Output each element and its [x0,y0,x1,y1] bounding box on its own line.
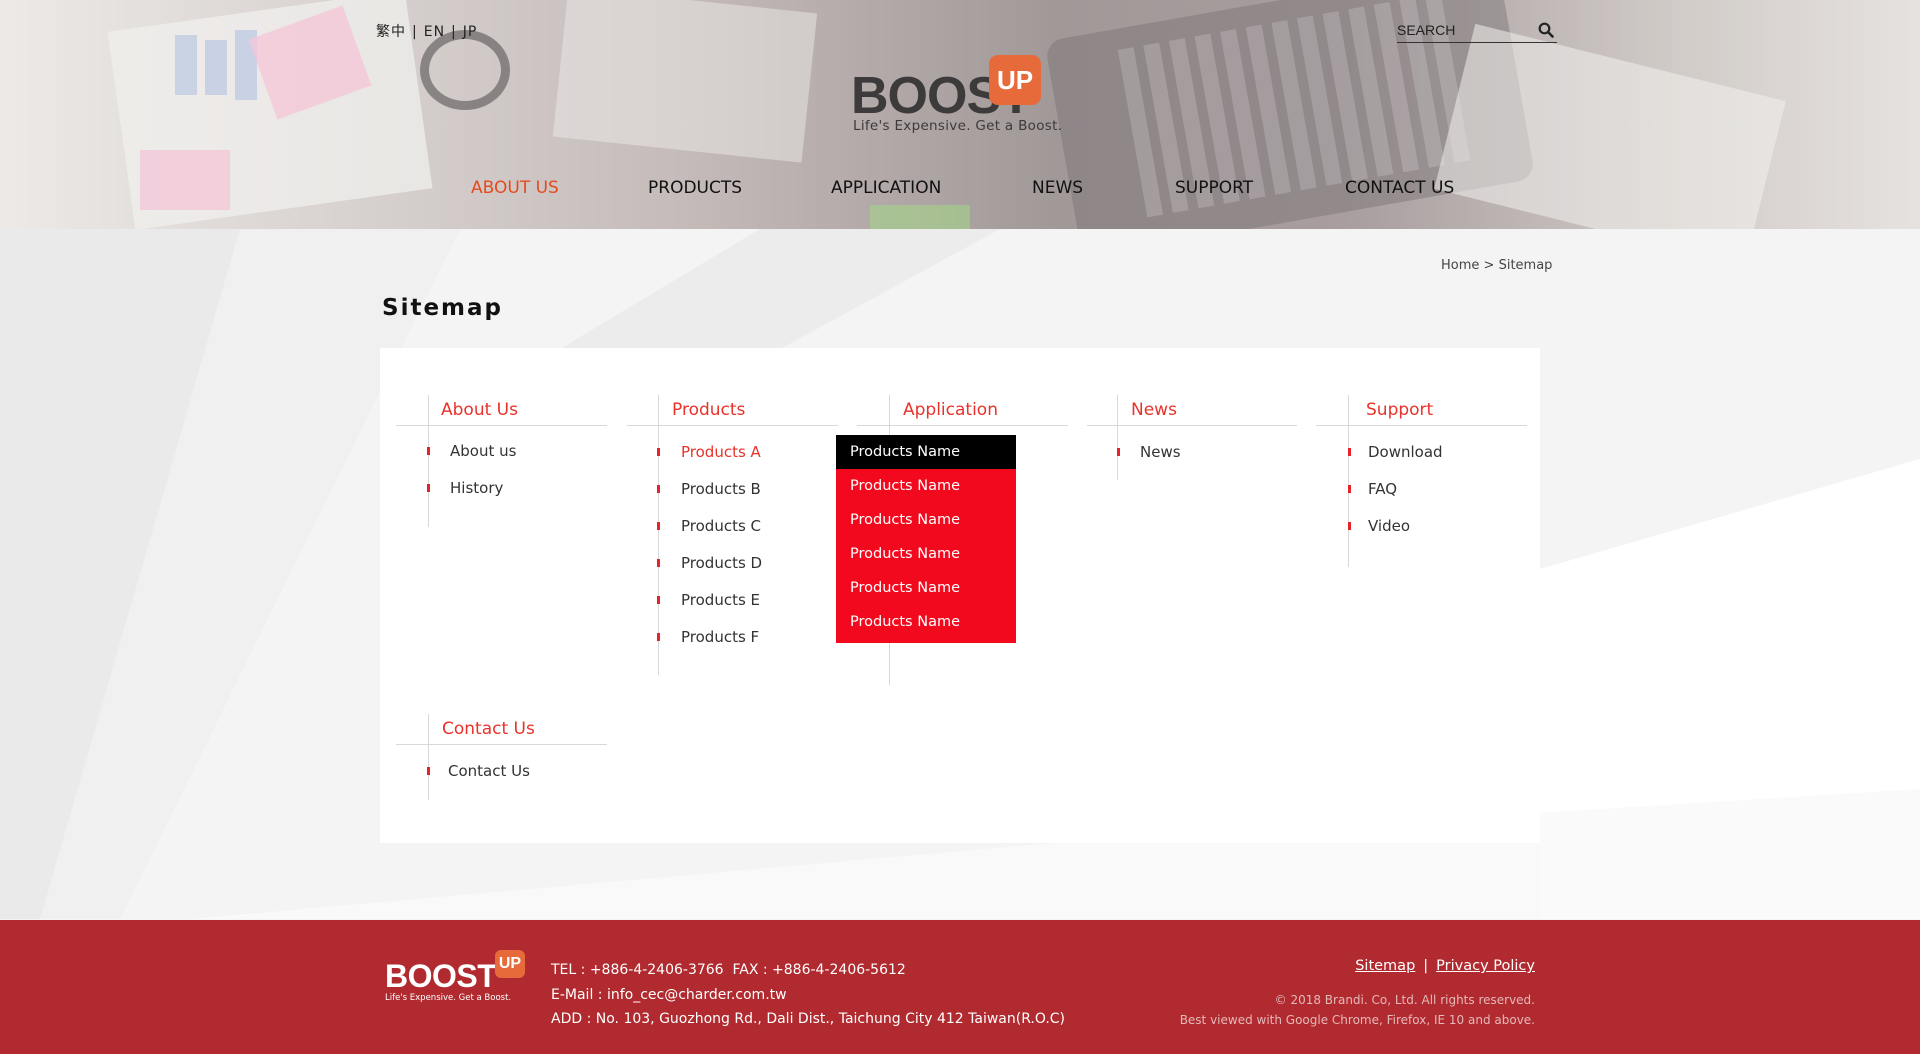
bullet-marker [657,596,660,604]
footer-address: ADD : No. 103, Guozhong Rd., Dali Dist.,… [551,1011,1066,1027]
sitemap-link-products-e[interactable]: Products E [681,591,760,609]
dropdown-item[interactable]: Products Name [836,571,1016,605]
language-switcher: 繁中 | EN | JP [376,24,478,40]
footer-link-privacy-policy[interactable]: Privacy Policy [1436,958,1535,974]
sitemap-link-download[interactable]: Download [1368,443,1443,461]
bullet-marker [657,485,660,493]
search-box [1397,19,1557,43]
dropdown-item[interactable]: Products Name [836,605,1016,639]
sitemap-heading-about[interactable]: About Us [441,400,518,420]
sitemap-heading-application[interactable]: Application [903,400,998,420]
footer-logo-tagline: Life's Expensive. Get a Boost. [385,993,512,1003]
sitemap-link-products-a[interactable]: Products A [681,443,761,461]
bullet-marker [427,767,430,775]
site-logo[interactable]: BOOST UP Life's Expensive. Get a Boost. [851,52,1071,137]
language-en[interactable]: EN [424,24,445,40]
bullet-marker [427,484,430,492]
bullet-marker [1348,485,1351,493]
search-icon[interactable] [1538,22,1554,38]
logo-badge: UP [989,55,1041,105]
nav-products[interactable]: PRODUCTS [648,178,742,198]
page-title: Sitemap [382,295,503,321]
sitemap-link-history[interactable]: History [450,479,503,497]
nav-contact-us[interactable]: CONTACT US [1345,178,1454,198]
sitemap-link-products-d[interactable]: Products D [681,554,762,572]
footer-phone-fax: TEL : +886-4-2406-3766 FAX : +886-4-2406… [551,962,906,978]
footer-link-separator: | [1423,958,1429,974]
dropdown-item[interactable]: Products Name [836,503,1016,537]
language-zh[interactable]: 繁中 [376,24,406,40]
bullet-marker [1348,522,1351,530]
logo-tagline: Life's Expensive. Get a Boost. [853,118,1063,134]
sitemap-link-products-b[interactable]: Products B [681,480,761,498]
footer-links: Sitemap | Privacy Policy [1355,958,1535,974]
bullet-marker [657,559,660,567]
breadcrumb: Home > Sitemap [1441,258,1552,273]
footer-email: E-Mail : info_cec@charder.com.tw [551,986,787,1003]
site-header: 繁中|EN|JP BOOST UP Life's Expensive. Get … [0,0,1920,229]
dropdown-item[interactable]: Products Name [836,537,1016,571]
footer-copyright: © 2018 Brandi. Co, Ltd. All rights reser… [1180,990,1535,1030]
footer-logo-wordmark: BOOST [385,958,497,994]
sitemap-link-products-f[interactable]: Products F [681,628,759,646]
footer-logo-badge: UP [495,950,525,978]
sitemap-link-about-us[interactable]: About us [450,442,516,460]
bullet-marker [657,522,660,530]
bullet-marker [657,448,660,456]
sitemap-heading-news[interactable]: News [1131,400,1177,420]
products-dropdown-menu: Products Name Products Name Products Nam… [836,435,1016,643]
sitemap-link-news[interactable]: News [1140,443,1181,461]
main-nav: ABOUT US PRODUCTS APPLICATION NEWS SUPPO… [0,178,1920,202]
footer-logo[interactable]: BOOST UP Life's Expensive. Get a Boost. [385,950,527,1010]
breadcrumb-home[interactable]: Home [1441,258,1479,273]
language-jp[interactable]: JP [463,24,478,40]
bullet-marker [427,447,430,455]
sitemap-heading-products[interactable]: Products [672,400,745,420]
footer-link-sitemap[interactable]: Sitemap [1355,958,1415,974]
sitemap-link-faq[interactable]: FAQ [1368,480,1397,498]
nav-support[interactable]: SUPPORT [1175,178,1253,198]
browser-support-text: Best viewed with Google Chrome, Firefox,… [1179,1013,1535,1027]
nav-about-us[interactable]: ABOUT US [471,178,559,198]
site-footer: BOOST UP Life's Expensive. Get a Boost. … [0,920,1920,1054]
sitemap-link-video[interactable]: Video [1368,517,1410,535]
nav-news[interactable]: NEWS [1032,178,1083,198]
breadcrumb-separator: > [1483,258,1495,273]
bullet-marker [1348,448,1351,456]
bullet-marker [657,633,660,641]
copyright-text: © 2018 Brandi. Co, Ltd. All rights reser… [1274,993,1535,1007]
sitemap-link-products-c[interactable]: Products C [681,517,761,535]
dropdown-item[interactable]: Products Name [836,435,1016,469]
sitemap-heading-support[interactable]: Support [1366,400,1433,420]
bullet-marker [1117,448,1120,456]
sitemap-heading-contact[interactable]: Contact Us [442,719,535,739]
nav-application[interactable]: APPLICATION [831,178,941,198]
breadcrumb-current: Sitemap [1498,258,1553,273]
search-input[interactable] [1397,19,1527,41]
dropdown-item[interactable]: Products Name [836,469,1016,503]
footer-contact-info: TEL : +886-4-2406-3766 FAX : +886-4-2406… [551,958,1065,1032]
sitemap-link-contact-us[interactable]: Contact Us [448,762,530,780]
